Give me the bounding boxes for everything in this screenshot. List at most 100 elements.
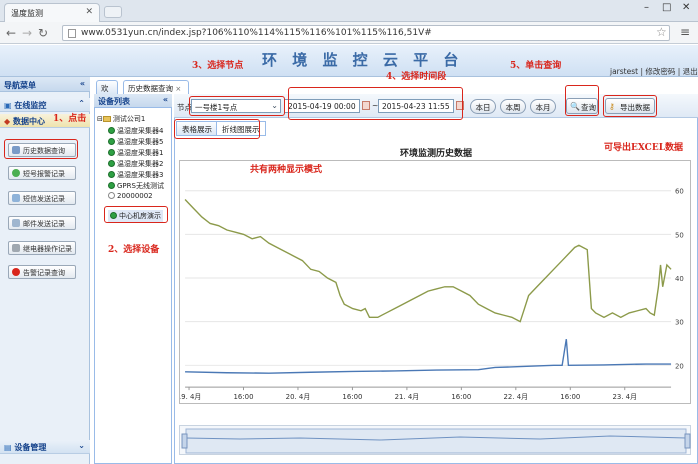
x-tick-label: 19. 4月 (179, 393, 201, 401)
alarm-records-button[interactable]: 告警记录查询 (8, 265, 76, 279)
x-tick-label: 16:00 (342, 393, 362, 401)
annotation-select-device: 2、选择设备 (108, 245, 160, 255)
nav-menu-title: 导航菜单 (4, 81, 36, 90)
navigator-window[interactable] (185, 428, 687, 454)
collapse-icon[interactable]: « (80, 79, 85, 88)
close-window-icon[interactable]: ✕ (682, 2, 690, 13)
nav-menu-header: 导航菜单 « (0, 77, 90, 92)
online-status-icon (108, 149, 115, 156)
annotation-select-node: 3、选择节点 (192, 61, 244, 71)
navigator-handle-left[interactable] (181, 433, 188, 449)
close-tab-icon[interactable]: ✕ (85, 7, 93, 17)
this-month-button[interactable]: 本月 (530, 99, 556, 114)
tab-history[interactable]: 历史数据查询 × (123, 80, 189, 94)
annotation-two-modes: 共有两种显示模式 (250, 165, 323, 175)
reload-icon[interactable]: ↻ (38, 26, 48, 40)
username: jarstest (610, 67, 639, 76)
y-tick-label: 30 (675, 319, 684, 327)
tab-welcome[interactable]: 欢迎 (96, 80, 118, 104)
x-tick-label: 21. 4月 (395, 393, 420, 401)
tree-item[interactable]: 温湿度采集器4 (108, 126, 163, 136)
annotation-select-time: 4、选择时间段 (386, 72, 447, 82)
annotation-excel: 可导出EXCEL数据 (604, 143, 684, 153)
relay-icon (12, 244, 20, 252)
line-chart: 20 30 40 50 60 19. 4月 16:00 20. 4月 16:00 21. 4月 16… (179, 160, 691, 404)
minimize-icon[interactable]: – (644, 2, 649, 13)
url-field[interactable]: www.0531yun.cn/index.jsp?106%110%114%115… (62, 25, 670, 41)
url-text: www.0531yun.cn/index.jsp?106%110%114%115… (81, 28, 432, 38)
data-center-icon: ◆ (4, 117, 11, 126)
device-tree-header: 设备列表 « (94, 94, 172, 108)
annotation-click-query: 5、单击查询 (510, 61, 562, 71)
bookmark-star-icon[interactable]: ☆ (656, 25, 667, 39)
mail-icon (12, 219, 20, 227)
chevron-up-icon: ⌃ (78, 99, 85, 108)
tree-item[interactable]: 温湿度采集器5 (108, 137, 163, 147)
tree-item[interactable]: 温湿度采集器1 (108, 148, 163, 158)
x-tick-label: 22. 4月 (504, 393, 529, 401)
change-password-link[interactable]: 修改密码 (645, 67, 675, 76)
annotation-box-device (104, 206, 168, 223)
chart-title: 环境监测历史数据 (400, 149, 473, 159)
phone-icon (12, 169, 20, 177)
annotation-click: 1、点击 (53, 114, 87, 124)
x-tick-label: 16:00 (233, 393, 253, 401)
annotation-box-node (189, 96, 285, 116)
nav-section-online[interactable]: ▣ 在线监控 ⌃ (0, 98, 90, 112)
y-tick-label: 60 (675, 188, 684, 196)
tree-item[interactable]: 20000002 (108, 192, 153, 200)
tree-item[interactable]: GPRS无线测试 (108, 181, 164, 191)
maximize-icon[interactable]: □ (662, 2, 671, 13)
app-title: 环 境 监 控 云 平 台 (262, 51, 464, 69)
y-tick-label: 20 (675, 362, 684, 370)
back-icon[interactable]: ← (6, 26, 16, 40)
annotation-box-view-modes (174, 119, 260, 139)
navigator-track (181, 428, 691, 454)
online-status-icon (108, 171, 115, 178)
annotation-box-query (565, 85, 599, 116)
annotation-box-time (288, 87, 463, 120)
series-line (184, 199, 672, 323)
today-button[interactable]: 本日 (470, 99, 496, 114)
browser-tab-title: 温度监测 (11, 9, 43, 18)
offline-status-icon (108, 192, 115, 199)
x-tick-label: 16:00 (560, 393, 580, 401)
sms-icon (12, 194, 20, 202)
tree-item[interactable]: 温湿度采集器3 (108, 170, 163, 180)
short-alarm-records-button[interactable]: 短号报警记录 (8, 166, 76, 180)
logout-link[interactable]: 退出 (683, 67, 698, 76)
browser-tab[interactable]: 温度监测 ✕ (4, 3, 100, 22)
online-status-icon (108, 138, 115, 145)
user-links: jarstest | 修改密码 | 退出 (610, 67, 698, 76)
this-week-button[interactable]: 本周 (500, 99, 526, 114)
sms-records-button[interactable]: 短信发送记录 (8, 191, 76, 205)
y-tick-label: 50 (675, 231, 684, 239)
menu-icon[interactable]: ≡ (680, 25, 690, 39)
alarm-icon (12, 268, 20, 276)
device-icon: ▤ (4, 443, 12, 452)
tree-item[interactable]: 温湿度采集器2 (108, 159, 163, 169)
monitor-icon: ▣ (4, 101, 12, 110)
x-tick-label: 23. 4月 (612, 393, 637, 401)
chevron-down-icon: ⌄ (78, 441, 85, 450)
online-status-icon (108, 160, 115, 167)
x-tick-label: 20. 4月 (286, 393, 311, 401)
new-tab-button[interactable] (104, 6, 122, 18)
page-icon (68, 29, 76, 38)
nav-section-device[interactable]: ▤ 设备管理 ⌄ (0, 440, 90, 454)
series-line (185, 339, 672, 374)
online-status-icon (108, 182, 115, 189)
relay-records-button[interactable]: 继电器操作记录 (8, 241, 76, 255)
tree-root[interactable]: ⊟ 测试公司1 (97, 114, 145, 124)
chart-navigator[interactable] (179, 425, 691, 455)
folder-icon (102, 116, 111, 122)
collapse-tree-icon[interactable]: « (163, 95, 168, 104)
email-records-button[interactable]: 邮件发送记录 (8, 216, 76, 230)
annotation-box-history (4, 139, 78, 159)
annotation-box-export (603, 95, 657, 117)
y-tick-label: 40 (675, 275, 684, 283)
forward-icon[interactable]: → (22, 26, 32, 40)
close-tab-x-icon[interactable]: × (175, 85, 181, 93)
x-tick-label: 16:00 (451, 393, 471, 401)
navigator-handle-right[interactable] (684, 433, 691, 449)
